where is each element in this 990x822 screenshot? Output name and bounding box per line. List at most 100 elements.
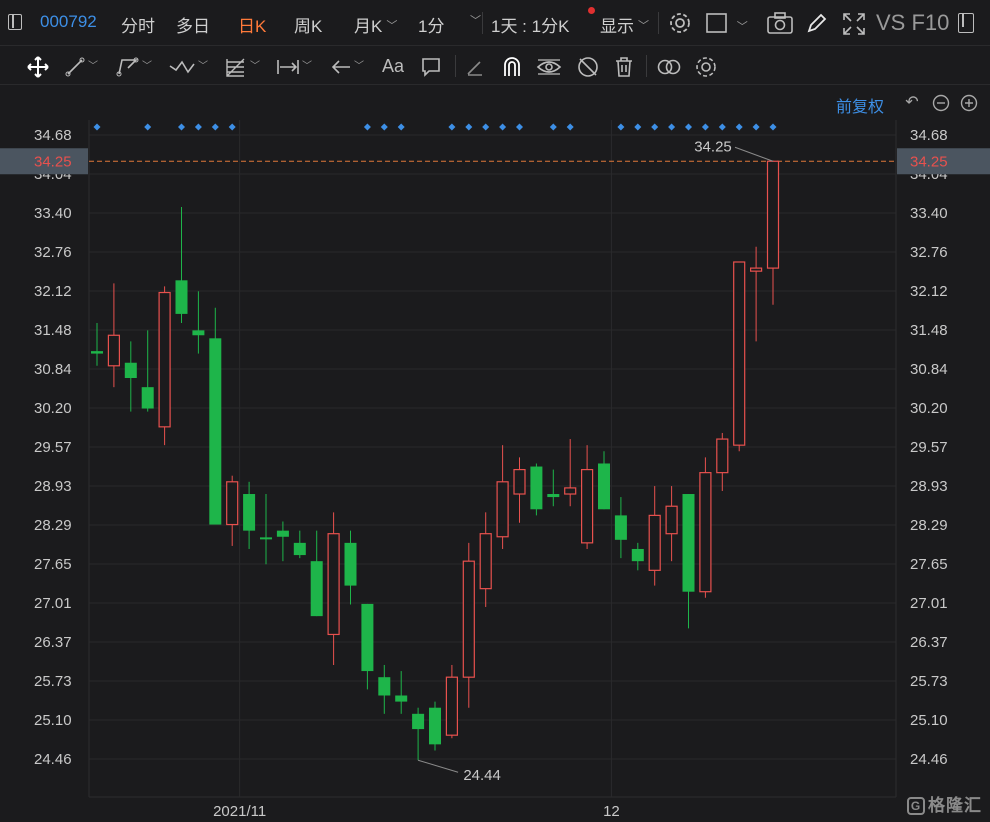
candle-body-down[interactable]	[547, 494, 560, 498]
candle-body-up[interactable]	[665, 505, 678, 535]
candle-body-down[interactable]	[344, 542, 357, 586]
candle-body-down[interactable]	[614, 515, 627, 540]
y-tick-label-right: 24.46	[910, 751, 948, 768]
candle-body-down[interactable]	[276, 530, 289, 537]
event-marker[interactable]	[228, 123, 236, 131]
candle-body-down[interactable]	[412, 713, 425, 730]
candle-body-up[interactable]	[226, 481, 239, 526]
event-marker[interactable]	[397, 123, 405, 131]
event-marker[interactable]	[194, 123, 202, 131]
candle-body-up[interactable]	[699, 472, 712, 593]
y-tick-label-right: 32.12	[910, 283, 948, 300]
y-tick-label-left: 30.20	[34, 400, 72, 417]
candle-body-down[interactable]	[395, 695, 408, 702]
y-tick-label-right: 32.76	[910, 244, 948, 261]
event-marker[interactable]	[617, 123, 625, 131]
candle-body-up[interactable]	[462, 560, 475, 678]
candle-body-down[interactable]	[429, 707, 441, 745]
y-tick-label-left: 24.46	[34, 751, 72, 768]
candle-body-down[interactable]	[192, 330, 205, 336]
candle-body-down[interactable]	[598, 463, 610, 510]
candle-body-up[interactable]	[496, 481, 509, 538]
candle-body-down[interactable]	[631, 548, 644, 562]
event-marker[interactable]	[516, 123, 523, 131]
candle-body-down[interactable]	[175, 280, 188, 314]
candle-body-down[interactable]	[209, 338, 222, 525]
y-tick-label-left: 25.73	[34, 673, 72, 690]
candle-body-up[interactable]	[513, 468, 526, 495]
event-marker[interactable]	[769, 123, 777, 131]
y-tick-label-right: 27.01	[910, 595, 948, 612]
event-marker[interactable]	[718, 123, 726, 131]
y-tick-label-left: 34.68	[34, 127, 72, 144]
event-marker[interactable]	[499, 123, 507, 131]
candle-body-up[interactable]	[564, 487, 577, 495]
y-tick-label-left: 29.57	[34, 439, 72, 456]
candle-body-down[interactable]	[361, 603, 374, 672]
y-tick-label-left: 27.01	[34, 595, 72, 612]
candle-body-up[interactable]	[733, 261, 746, 446]
candle-body-up[interactable]	[327, 533, 340, 636]
event-marker[interactable]	[566, 123, 574, 131]
y-tick-label-right: 25.73	[910, 673, 948, 690]
event-marker[interactable]	[549, 123, 557, 131]
y-tick-label-right: 25.10	[910, 712, 948, 729]
candle-body-up[interactable]	[766, 160, 780, 269]
x-tick-label: 2021/11	[213, 803, 266, 820]
event-marker[interactable]	[651, 123, 659, 131]
y-tick-label-right: 33.40	[910, 205, 948, 222]
y-tick-label-right: 26.37	[910, 634, 948, 651]
low-annotation-leader	[417, 759, 459, 773]
candle-body-down[interactable]	[293, 542, 306, 556]
event-marker[interactable]	[668, 123, 676, 131]
event-marker[interactable]	[482, 123, 490, 131]
y-tick-label-right: 27.65	[910, 556, 948, 573]
event-marker[interactable]	[144, 123, 152, 131]
candle-body-down[interactable]	[243, 494, 256, 531]
candle-body-down[interactable]	[378, 677, 391, 696]
x-tick-label: 12	[603, 803, 620, 820]
candle-body-up[interactable]	[648, 514, 661, 571]
candle-body-down[interactable]	[91, 351, 103, 354]
y-tick-label-right: 30.20	[910, 400, 948, 417]
candle-body-down[interactable]	[530, 466, 543, 510]
event-marker[interactable]	[448, 123, 456, 131]
event-marker[interactable]	[465, 123, 473, 131]
y-tick-label-left: 33.40	[34, 205, 72, 222]
watermark-g-icon: G	[907, 797, 925, 815]
event-marker[interactable]	[752, 123, 760, 131]
event-marker[interactable]	[735, 123, 743, 131]
candle-body-up[interactable]	[580, 468, 594, 544]
candlestick-chart[interactable]: 34.68 34.6834.04 34.0433.40 33.4032.76 32.76…	[0, 0, 990, 822]
candle-body-down[interactable]	[124, 362, 137, 379]
y-tick-label-right: 34.68	[910, 127, 948, 144]
event-marker[interactable]	[363, 123, 371, 131]
y-tick-label-left: 32.12	[34, 283, 72, 300]
event-marker[interactable]	[93, 123, 101, 131]
candle-body-up[interactable]	[716, 438, 729, 474]
candle-body-down[interactable]	[260, 537, 272, 540]
candle-body-down[interactable]	[141, 387, 154, 409]
candle-body-up[interactable]	[158, 291, 171, 428]
candle-body-up[interactable]	[479, 533, 492, 590]
watermark-logo: G 格隆汇	[907, 791, 982, 816]
candle-body-down[interactable]	[310, 561, 323, 617]
event-marker[interactable]	[701, 123, 709, 131]
y-tick-label-right: 29.57	[910, 439, 948, 456]
event-marker[interactable]	[211, 123, 219, 131]
y-tick-label-left: 27.65	[34, 556, 72, 573]
event-marker[interactable]	[380, 123, 388, 131]
high-annotation-leader	[734, 146, 774, 162]
event-marker[interactable]	[634, 123, 642, 131]
y-tick-label-right: 28.93	[910, 478, 948, 495]
y-tick-label-left: 25.10	[34, 712, 72, 729]
y-tick-label-right: 30.84	[910, 361, 948, 378]
event-marker[interactable]	[178, 123, 185, 131]
candle-body-up[interactable]	[749, 267, 763, 272]
y-tick-label-left: 32.76	[34, 244, 72, 261]
candle-body-up[interactable]	[107, 334, 121, 367]
current-price-tag-left: 34.25	[34, 153, 72, 170]
event-marker[interactable]	[685, 123, 692, 131]
candle-body-down[interactable]	[682, 494, 695, 592]
candle-body-up[interactable]	[445, 676, 458, 736]
